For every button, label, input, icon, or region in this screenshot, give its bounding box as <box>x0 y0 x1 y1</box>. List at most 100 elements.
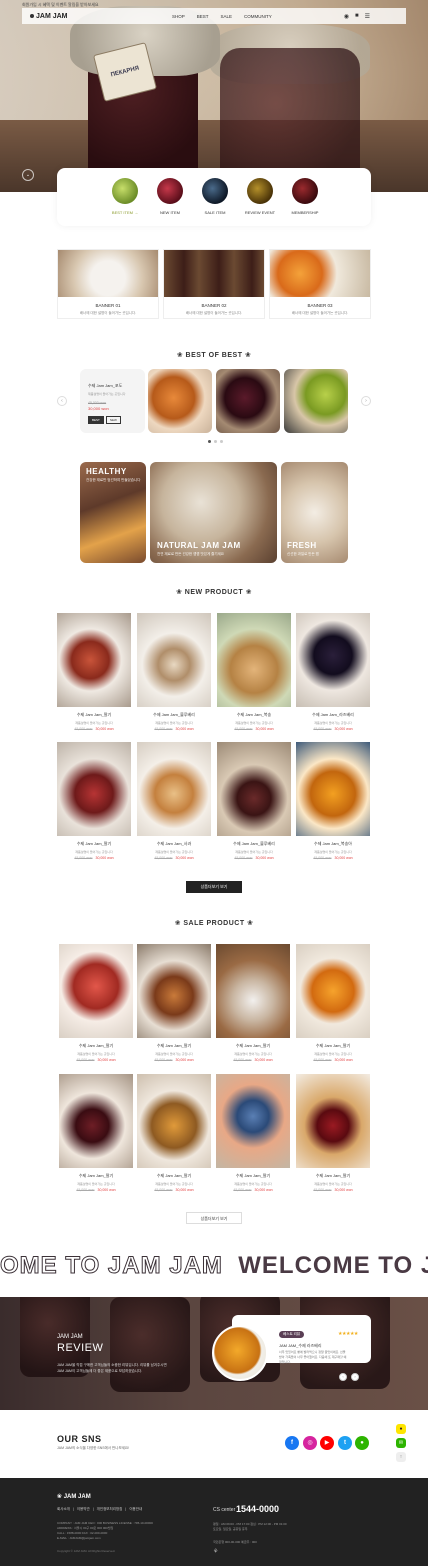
product-price: 30,000 won <box>95 727 114 731</box>
new_product-card[interactable]: 수제 Jam Jam_사과 제품설명이 들어가는 곳입니다 45,000 won 30… <box>137 742 211 860</box>
sns-description: JAM JAM의 소식을 다양한 SNS에서 만나보세요! <box>57 1446 130 1450</box>
category-healthy[interactable]: HEALTHY 건강한 재료만 엄선하여 만들었습니다 <box>80 462 146 563</box>
sale_product-card[interactable]: 수제 Jam Jam_딸기 제품설명이 들어가는 곳입니다 45,000 won 30… <box>296 944 370 1062</box>
quick-sale-item[interactable]: SALE ITEM <box>190 178 240 215</box>
product-image <box>296 944 370 1038</box>
product-old-price: 45,000 won <box>74 856 93 860</box>
cs-hours: 평일 : AM 09:00 - PM 17:00 점심 : PM 12:00 -… <box>213 1522 287 1531</box>
cs-number[interactable]: 1544-0000 <box>236 1504 279 1514</box>
berry-jam-icon <box>157 178 183 204</box>
product-old-price: 45,000 won <box>313 1058 332 1062</box>
product-desc: 제품설명이 들어가는 곳입니다 <box>314 721 352 725</box>
main-nav: SHOP BEST SALE COMMUNITY <box>172 8 272 24</box>
quick-best-item[interactable]: BEST ITEM → <box>100 178 150 215</box>
banner-02[interactable]: BANNER 02 배너에 대한 설명이 들어가는 곳입니다. <box>163 249 265 319</box>
footer-link-terms[interactable]: 이용약관 <box>77 1507 90 1512</box>
new_product-card[interactable]: 수제 Jam Jam_딸기 제품설명이 들어가는 곳입니다 45,000 won 30… <box>57 742 131 860</box>
sale_product-card[interactable]: 수제 Jam Jam_딸기 제품설명이 들어가는 곳입니다 45,000 won 30… <box>137 1074 211 1192</box>
best-card-3[interactable] <box>216 369 280 433</box>
channel-icon[interactable]: ⚘ <box>213 1548 218 1555</box>
new-more-button[interactable]: 상품더보기 보기 <box>186 881 242 893</box>
quick-membership[interactable]: MEMBERSHIP <box>280 178 330 215</box>
user-icon[interactable]: ◉ <box>344 13 349 20</box>
category-fresh[interactable]: FRESH 신선한 과일로 만든 잼 <box>281 462 348 563</box>
product-image <box>137 613 211 707</box>
product-old-price: 45,000 won <box>154 727 173 731</box>
best-prev-icon[interactable]: ‹ <box>57 396 67 406</box>
review-heading: REVIEW <box>57 1342 104 1354</box>
product-price: 30,000 won <box>95 856 114 860</box>
facebook-icon[interactable]: f <box>285 1436 299 1450</box>
quick-review-event[interactable]: REVIEW EVENT <box>235 178 285 215</box>
cart-icon[interactable]: ■ <box>355 13 359 19</box>
best-card-2[interactable] <box>148 369 212 433</box>
product-price: 30,000 won <box>175 727 194 731</box>
nav-sale[interactable]: SALE <box>221 14 233 19</box>
sale-more-button[interactable]: 상품더보기 보기 <box>186 1212 242 1224</box>
green-jam-icon <box>112 178 138 204</box>
twitter-icon[interactable]: t <box>338 1436 352 1450</box>
sale_product-card[interactable]: 수제 Jam Jam_딸기 제품설명이 들어가는 곳입니다 45,000 won 30… <box>137 944 211 1062</box>
talk-icon[interactable]: ● <box>355 1436 369 1450</box>
nav-shop[interactable]: SHOP <box>172 14 185 19</box>
page-dot[interactable] <box>208 440 211 443</box>
product-name: 수제 Jam Jam_딸기 <box>78 1043 114 1048</box>
hero-scroll-icon[interactable]: ⌄ <box>22 169 34 181</box>
banner-03[interactable]: BANNER 03 배너에 대한 설명이 들어가는 곳입니다. <box>269 249 371 319</box>
best-featured-card[interactable]: 수제 Jam Jam_포도 제품설명이 들어가는 곳입니다 45,000 won… <box>80 369 145 433</box>
page-dot[interactable] <box>220 440 223 443</box>
sale-product-title: ❀ SALE PRODUCT ❀ <box>174 920 254 927</box>
best-section-title: ❀ BEST OF BEST ❀ <box>176 352 252 359</box>
product-old-price: 45,000 won <box>313 1188 332 1192</box>
footer-company-info: COMPANY : JAM JAM CEO : 000 BUSINESS LIC… <box>57 1521 153 1540</box>
youtube-icon[interactable]: ▶ <box>320 1436 334 1450</box>
product-old-price: 45,000 won <box>234 856 253 860</box>
new_product-card[interactable]: 수제 Jam Jam_블루베리 제품설명이 들어가는 곳입니다 45,000 won… <box>217 742 291 860</box>
category-natural[interactable]: NATURAL JAM JAM 천연 재료로 만든 건강한 잼잼 맛있게 즐기세… <box>150 462 277 563</box>
sale_product-card[interactable]: 수제 Jam Jam_딸기 제품설명이 들어가는 곳입니다 45,000 won 30… <box>59 944 133 1062</box>
instagram-icon[interactable]: ◎ <box>303 1436 317 1450</box>
sale_product-card[interactable]: 수제 Jam Jam_딸기 제품설명이 들어가는 곳입니다 45,000 won 30… <box>216 1074 290 1192</box>
footer-link-privacy[interactable]: 개인정보처리방침 <box>97 1507 123 1512</box>
menu-icon[interactable]: ☰ <box>365 13 370 20</box>
footer-logo[interactable]: ❀ JAM JAM <box>57 1493 91 1500</box>
product-image <box>296 1074 370 1168</box>
talk-icon[interactable]: ✉ <box>396 1438 406 1448</box>
sale_product-card[interactable]: 수제 Jam Jam_딸기 제품설명이 들어가는 곳입니다 45,000 won 30… <box>59 1074 133 1192</box>
bank-info: 국민은행 000-00-000 예금주 : 000 <box>213 1540 257 1544</box>
product-name: 수제 Jam Jam_딸기 <box>76 712 112 717</box>
review-next-icon[interactable]: › <box>351 1373 359 1381</box>
banner-01[interactable]: BANNER 01 배너에 대한 설명이 들어가는 곳입니다. <box>57 249 159 319</box>
new_product-card[interactable]: 수제 Jam Jam_라즈베리 제품설명이 들어가는 곳입니다 45,000 won… <box>296 613 370 731</box>
footer-links: 회사소개 | 이용약관 | 개인정보처리방침 | 이용안내 <box>57 1507 143 1512</box>
product-price: 30,000 won <box>254 1058 273 1062</box>
product-name: 수제 Jam Jam_딸기 <box>156 1173 192 1178</box>
review-photo <box>212 1325 268 1381</box>
nav-best[interactable]: BEST <box>197 14 209 19</box>
product-price: 30,000 won <box>175 856 194 860</box>
new_product-card[interactable]: 수제 Jam Jam_복숭 제품설명이 들어가는 곳입니다 45,000 won 30… <box>217 613 291 731</box>
product-old-price: 45,000 won <box>154 1188 173 1192</box>
logo-icon <box>30 14 34 18</box>
page-dot[interactable] <box>214 440 217 443</box>
footer-link-about[interactable]: 회사소개 <box>57 1507 70 1512</box>
nav-community[interactable]: COMMUNITY <box>244 14 272 19</box>
kakao-chat-icon[interactable]: ● <box>396 1424 406 1434</box>
new_product-card[interactable]: 수제 Jam Jam_블루베리 제품설명이 들어가는 곳입니다 45,000 won… <box>137 613 211 731</box>
best-card-4[interactable] <box>284 369 348 433</box>
product-price: 30,000 won <box>334 1188 353 1192</box>
sale_product-card[interactable]: 수제 Jam Jam_딸기 제품설명이 들어가는 곳입니다 45,000 won 30… <box>296 1074 370 1192</box>
scroll-top-icon[interactable]: ↑ <box>396 1452 406 1462</box>
sale_product-card[interactable]: 수제 Jam Jam_딸기 제품설명이 들어가는 곳입니다 45,000 won 30… <box>216 944 290 1062</box>
product-old-price: 45,000 won <box>154 856 173 860</box>
footer-copyright: Copyright © JAM JAM. All Rights Reserved… <box>57 1549 116 1553</box>
product-image <box>137 742 211 836</box>
review-prev-icon[interactable]: ‹ <box>339 1373 347 1381</box>
footer-link-guide[interactable]: 이용안내 <box>129 1507 142 1512</box>
best-next-icon[interactable]: › <box>361 396 371 406</box>
new_product-card[interactable]: 수제 Jam Jam_딸기 제품설명이 들어가는 곳입니다 45,000 won 30… <box>57 613 131 731</box>
product-name: 수제 Jam Jam_복숭아 <box>314 841 352 846</box>
new_product-card[interactable]: 수제 Jam Jam_복숭아 제품설명이 들어가는 곳입니다 45,000 won 3… <box>296 742 370 860</box>
quick-new-item[interactable]: NEW ITEM <box>145 178 195 215</box>
site-logo[interactable]: JAM JAM <box>30 13 68 20</box>
